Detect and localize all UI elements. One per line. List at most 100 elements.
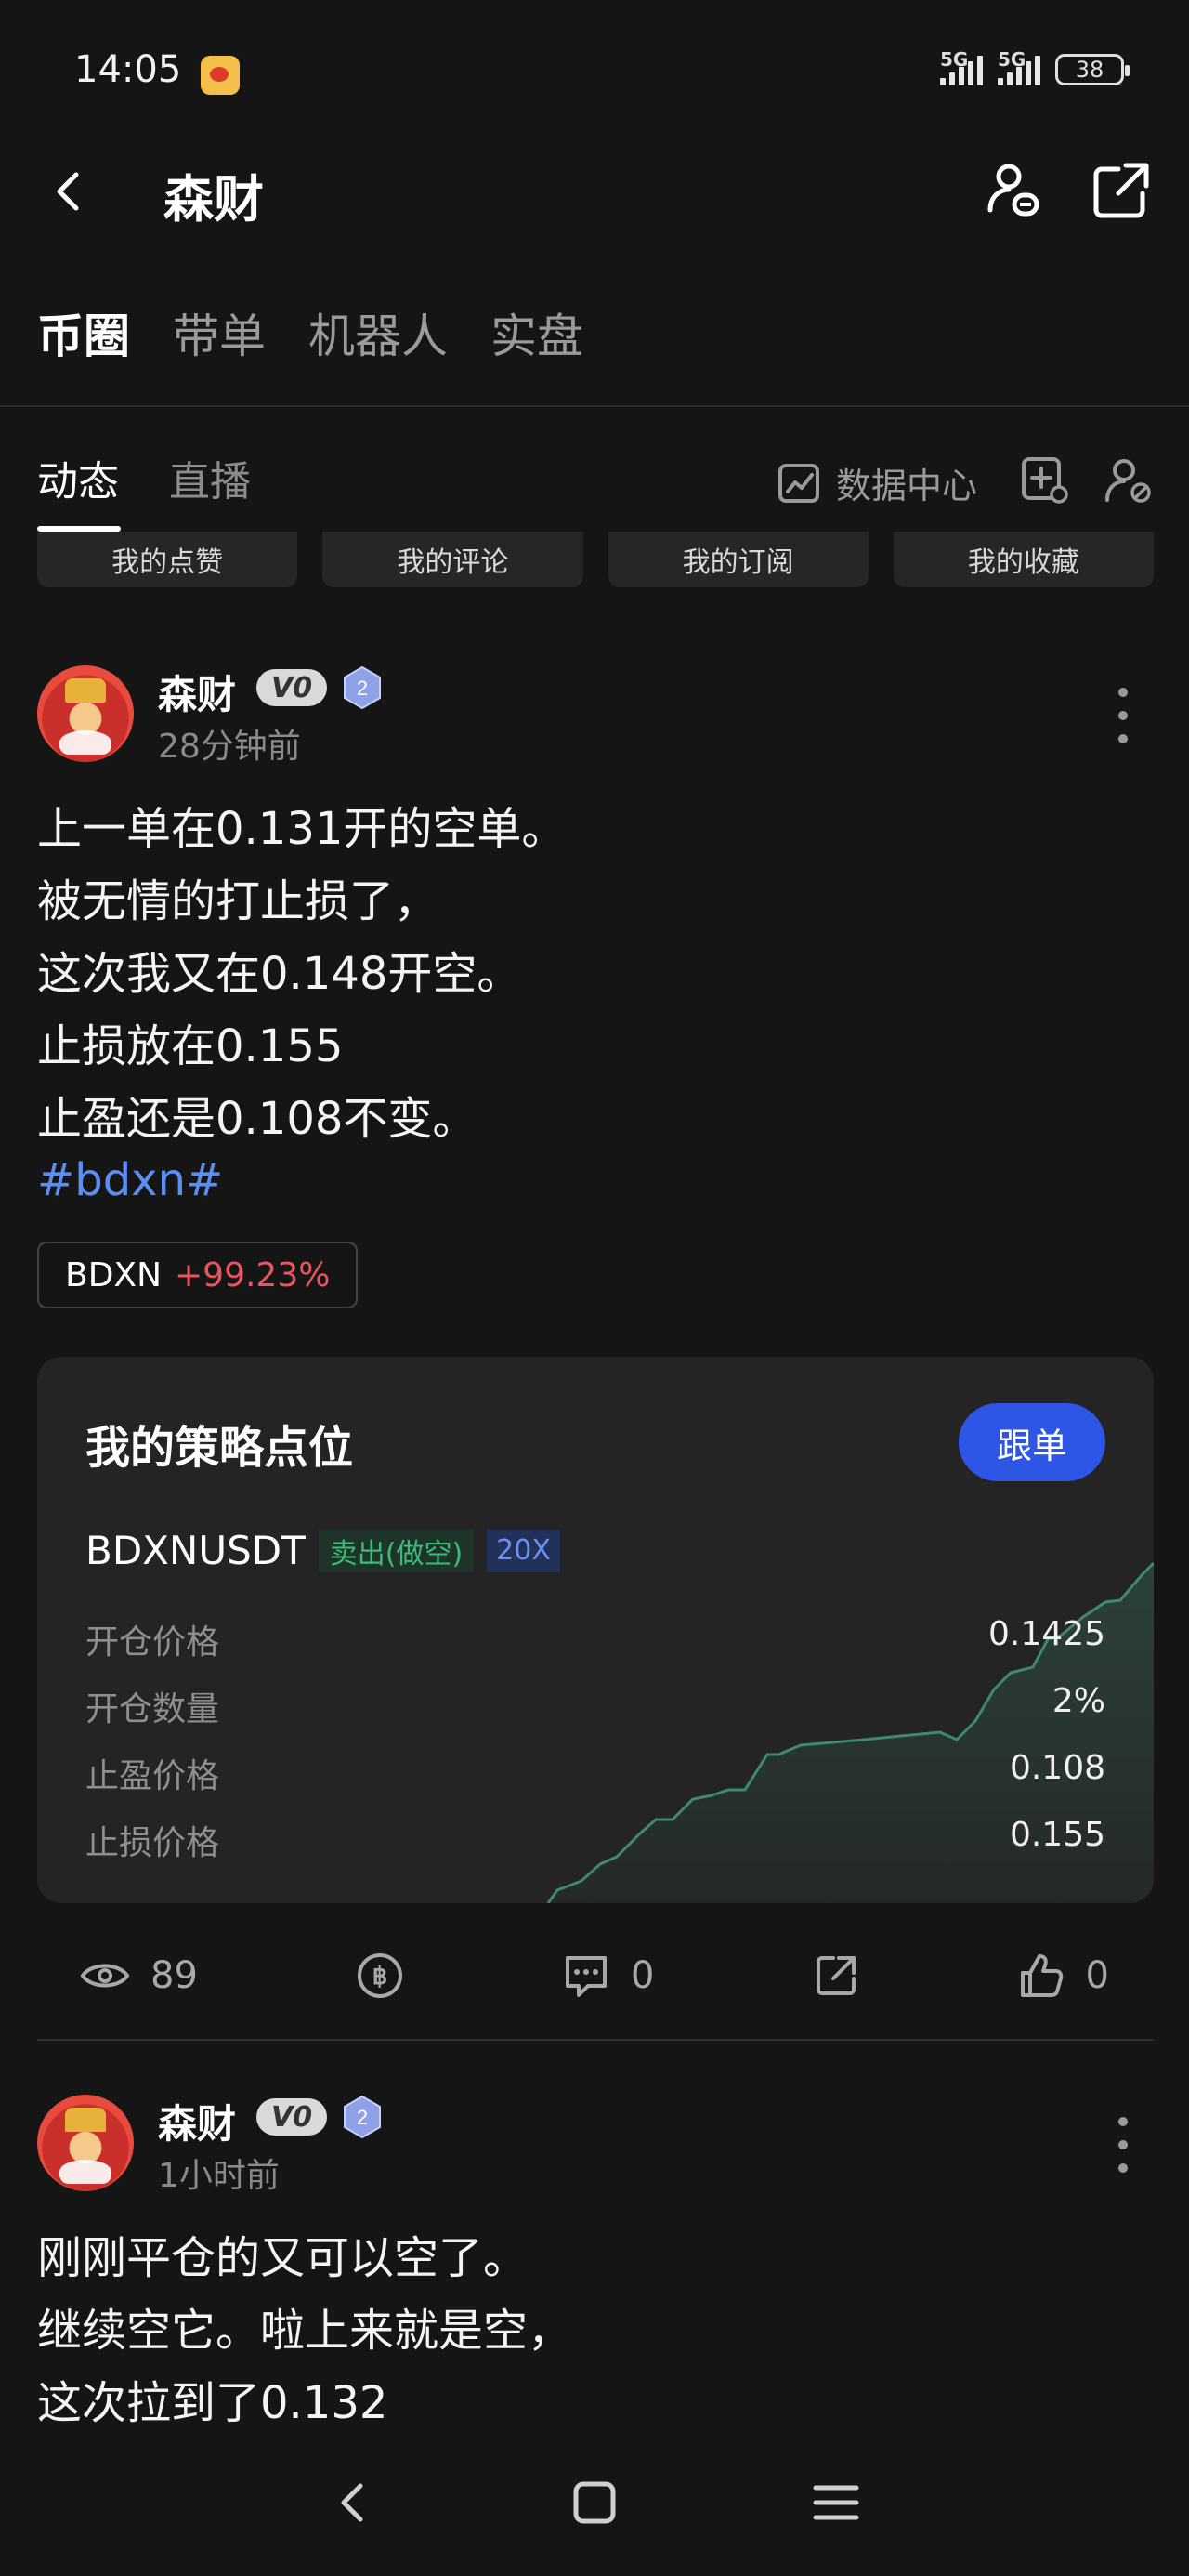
data-center-button[interactable]: 数据中心 [777,457,977,508]
strategy-card[interactable]: 我的策略点位 跟单 BDXNUSDT 卖出(做空) 20X 开仓价格 0.142… [37,1357,1154,1903]
views-count: 89 [150,1954,198,1997]
nav-menu-button[interactable] [808,2475,864,2534]
dot [1118,2117,1128,2126]
pair-name: BDXNUSDT [85,1528,306,1573]
post-text-line: 继续空它。啦上来就是空， [37,2305,573,2357]
tab-live[interactable]: 直播 [169,448,251,507]
open-price-row: 开仓价格 0.1425 [85,1615,1105,1663]
data-center-label: 数据中心 [836,466,978,506]
leverage-tag: 20X [487,1529,560,1572]
signal-icon-2: 5G [998,48,1040,85]
user-settings-icon [1105,459,1151,503]
system-navigation-bar [0,2453,1189,2556]
coin-change: +99.23% [175,1255,331,1295]
row-value: 2% [1052,1682,1105,1720]
comments-count: 0 [631,1954,655,1997]
more-options-button[interactable] [1109,2117,1137,2173]
profile-button[interactable] [981,158,1046,223]
row-label: 开仓数量 [85,1690,220,1728]
coin-symbol: BDXN [65,1255,163,1295]
post-text-line: 被无情的打止损了， [37,875,439,927]
dot [1118,688,1128,697]
add-post-icon [1022,457,1068,504]
tab-robot[interactable]: 机器人 [308,299,448,366]
dot [1118,2163,1128,2173]
share-icon [816,1956,856,1995]
signal-icon: 5G [940,48,983,85]
my-favorites-button[interactable]: 我的收藏 [893,532,1154,587]
tab-crypto[interactable]: 币圈 [37,299,130,366]
more-options-button[interactable] [1109,688,1137,743]
tab-live-account[interactable]: 实盘 [490,299,583,366]
row-value: 0.108 [1009,1749,1105,1787]
my-comments-button[interactable]: 我的评论 [322,532,583,587]
menu-icon [813,2485,859,2520]
svg-text:฿: ฿ [372,1962,388,1990]
post-text-line: 止盈还是0.108不变。 [37,1093,477,1145]
post-text-line: 上一单在0.131开的空单。 [37,803,567,855]
post-time: 1小时前 [158,2157,280,2195]
side-tag: 卖出(做空) [318,1529,475,1572]
level-badge: 2 [342,665,383,710]
follow-order-button[interactable]: 跟单 [959,1403,1105,1481]
tab-feed[interactable]: 动态 [37,448,119,507]
comment-button[interactable]: 0 [562,1952,654,1999]
hashtag-link[interactable]: #bdxn# [37,1154,223,1206]
hexagon-level-icon: 2 [344,665,381,710]
back-button[interactable] [43,164,98,219]
share-button[interactable] [1089,158,1154,223]
share-post-button[interactable] [813,1952,859,1999]
my-subscriptions-button[interactable]: 我的订阅 [608,532,869,587]
dot [1118,2140,1128,2149]
category-tabs: 币圈 带单 机器人 实盘 [37,299,583,366]
page-title: 森财 [163,170,264,229]
dot [1118,734,1128,743]
open-quantity-row: 开仓数量 2% [85,1682,1105,1730]
trading-pair-row: BDXNUSDT 卖出(做空) 20X [85,1528,560,1573]
tab-copy-trade[interactable]: 带单 [173,299,266,366]
tip-button[interactable]: ฿ [356,1952,404,2000]
comment-icon [566,1956,607,1997]
username[interactable]: 森财 [158,2093,236,2149]
avatar[interactable] [37,2095,134,2191]
vip-badge: V0 [256,2098,328,2136]
user-settings-button[interactable] [1104,455,1154,509]
row-label: 止盈价格 [85,1757,220,1795]
coin-tip-icon: ฿ [357,1953,402,1998]
stop-loss-row: 止损价格 0.155 [85,1816,1105,1864]
post-time: 28分钟前 [158,728,301,766]
sub-tabs: 动态 直播 [37,448,251,507]
battery-indicator: 38 [1055,54,1130,85]
hexagon-level-icon: 2 [344,2095,381,2139]
nav-back-button[interactable] [325,2475,381,2534]
post-text-line: 止损放在0.155 [37,1020,344,1072]
dot [1118,711,1128,720]
svg-text:2: 2 [357,677,368,700]
square-home-icon [573,2481,616,2524]
level-badge: 2 [342,2095,383,2139]
take-profit-row: 止盈价格 0.108 [85,1749,1105,1797]
strategy-title: 我的策略点位 [85,1422,354,1474]
avatar[interactable] [37,665,134,762]
nav-home-button[interactable] [567,2475,622,2534]
username[interactable]: 森财 [158,664,236,720]
post-text-line: 这次拉到了0.132 [37,2377,388,2429]
row-label: 开仓价格 [85,1623,220,1662]
add-post-button[interactable] [1020,455,1070,509]
share-icon [1093,163,1149,218]
vip-badge: V0 [256,669,328,706]
views-counter: 89 [80,1954,198,1997]
row-value: 0.1425 [988,1615,1105,1653]
my-likes-button[interactable]: 我的点赞 [37,532,298,587]
user-coin-icon [987,164,1039,217]
post-text-line: 这次我又在0.148开空。 [37,948,522,1000]
thumbs-up-icon [1020,1954,1063,1997]
likes-count: 0 [1085,1954,1109,1997]
like-button[interactable]: 0 [1017,1952,1109,1999]
status-time: 14:05 [74,48,182,91]
post-text-line: 刚刚平仓的又可以空了。 [37,2232,529,2284]
coin-chip[interactable]: BDXN +99.23% [37,1242,359,1308]
quick-actions: 我的点赞 我的评论 我的订阅 我的收藏 [37,532,1154,587]
post-divider [37,2039,1154,2041]
chevron-left-icon [341,2483,363,2522]
